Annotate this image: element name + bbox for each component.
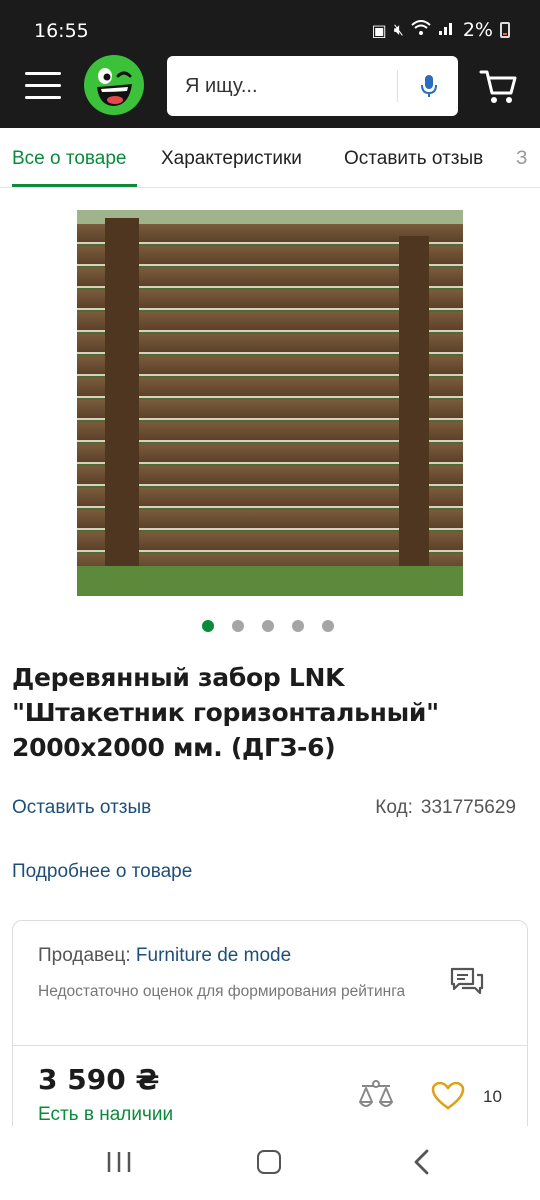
back-icon[interactable] xyxy=(410,1148,434,1176)
tab-questions[interactable]: З xyxy=(516,148,527,170)
system-nav-bar xyxy=(0,1126,540,1200)
product-price: 3 590 ₴ xyxy=(38,1063,160,1096)
seller-rating-note: Недостаточно оценок для формирования рей… xyxy=(38,983,406,1000)
recents-icon[interactable] xyxy=(106,1150,132,1174)
chat-icon[interactable] xyxy=(449,965,485,1001)
product-code-value: 331775629 xyxy=(420,797,516,818)
battery-icon xyxy=(500,22,510,38)
product-tabs: Все о товаре Характеристики Оставить отз… xyxy=(0,128,540,188)
active-tab-indicator xyxy=(12,184,137,187)
status-bar: 16:55 ▣ 🔇︎ 2% xyxy=(0,0,540,60)
mic-icon[interactable] xyxy=(414,70,444,102)
availability-status: Есть в наличии xyxy=(38,1104,174,1125)
seller-card: Продавец: Furniture de mode Недостаточно… xyxy=(12,920,528,1160)
compare-icon[interactable] xyxy=(357,1078,395,1114)
signal-icon xyxy=(438,20,456,40)
home-icon[interactable] xyxy=(257,1150,281,1174)
gallery-pagination xyxy=(202,620,334,632)
menu-icon[interactable] xyxy=(25,72,61,102)
seller-line: Продавец: Furniture de mode xyxy=(38,945,291,967)
seller-name-link[interactable]: Furniture de mode xyxy=(136,945,291,966)
status-time: 16:55 xyxy=(34,20,89,42)
product-title: Деревянный забор LNK "Штакетник горизонт… xyxy=(12,663,439,762)
search-input[interactable] xyxy=(185,70,385,102)
gallery-dot[interactable] xyxy=(262,620,274,632)
status-icons: ▣ 🔇︎ 2% xyxy=(372,19,510,41)
gallery-dot[interactable] xyxy=(232,620,244,632)
more-about-product-link[interactable]: Подробнее о товаре xyxy=(12,861,192,883)
battery-percent: 2% xyxy=(462,19,493,41)
product-image[interactable] xyxy=(77,210,463,596)
app-header xyxy=(0,55,540,128)
card-divider xyxy=(13,1045,527,1046)
cart-icon[interactable] xyxy=(478,66,518,106)
logo[interactable] xyxy=(83,54,145,116)
mute-icon: 🔇︎ xyxy=(393,20,404,39)
gallery-dot[interactable] xyxy=(202,620,214,632)
notification-icon: ▣ xyxy=(371,20,387,40)
product-code-label: Код: xyxy=(375,797,413,818)
product-code: Код: 331775629 xyxy=(375,797,516,819)
favorite-heart-icon[interactable] xyxy=(431,1081,465,1111)
leave-review-link[interactable]: Оставить отзыв xyxy=(12,797,151,819)
favorites-count: 10 xyxy=(483,1087,502,1106)
gallery-dot[interactable] xyxy=(292,620,304,632)
seller-label: Продавец: xyxy=(38,945,131,966)
search-divider xyxy=(397,70,398,102)
wifi-icon xyxy=(411,20,431,40)
tab-characteristics[interactable]: Характеристики xyxy=(161,148,302,170)
tab-all-about[interactable]: Все о товаре xyxy=(12,148,127,170)
search-box[interactable] xyxy=(167,56,458,116)
gallery-dot[interactable] xyxy=(322,620,334,632)
tab-leave-review[interactable]: Оставить отзыв xyxy=(344,148,483,170)
